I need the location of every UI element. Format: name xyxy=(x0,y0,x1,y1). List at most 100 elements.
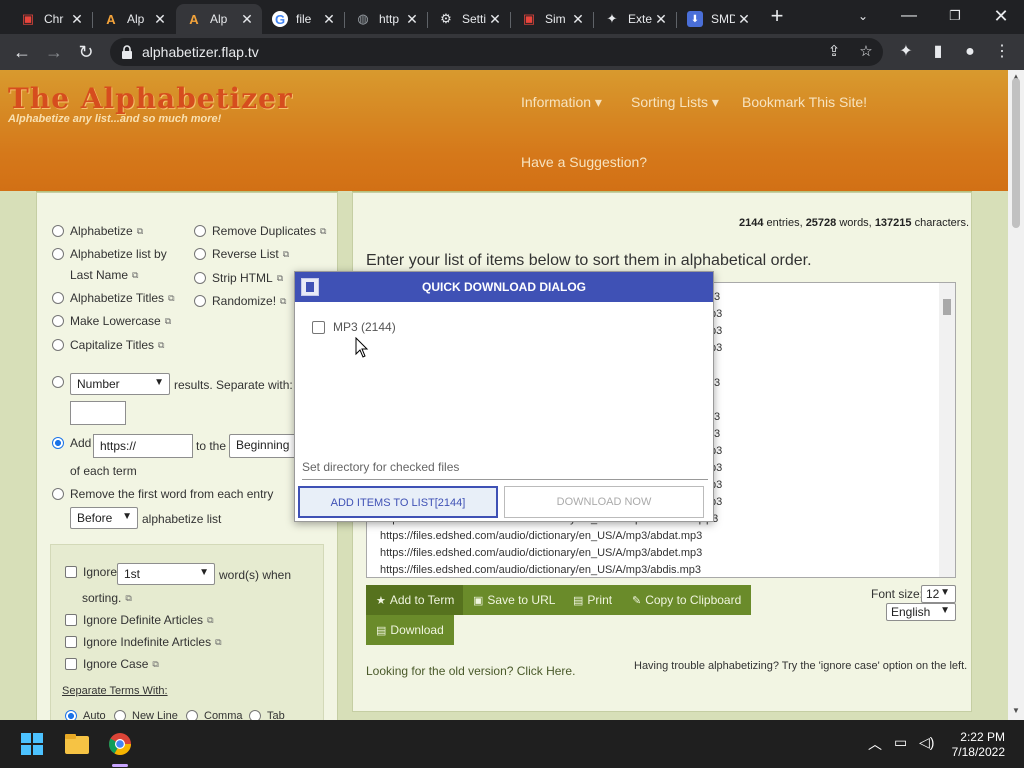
radio[interactable] xyxy=(114,710,126,720)
textarea-scrollbar[interactable] xyxy=(939,283,955,577)
clock-time[interactable]: 2:22 PM xyxy=(953,730,1005,744)
option-ignore-case[interactable]: Ignore Case ⧉ xyxy=(65,657,159,671)
side-panel-icon[interactable]: ▮ xyxy=(928,42,948,62)
radio[interactable] xyxy=(194,225,206,237)
network-icon[interactable]: ▭ xyxy=(894,734,907,751)
radio[interactable] xyxy=(52,376,64,388)
radio[interactable] xyxy=(52,339,64,351)
font-size-select[interactable]: 12 ▼ xyxy=(921,585,956,603)
browser-tab-active[interactable]: A Alp ✕ xyxy=(176,4,262,34)
clock-date[interactable]: 7/18/2022 xyxy=(943,745,1005,759)
add-items-button[interactable]: ADD ITEMS TO LIST[2144] xyxy=(298,486,498,518)
option-remove-first-word[interactable]: Remove the first word from each entry xyxy=(52,487,273,501)
nav-information[interactable]: Information ▾ xyxy=(521,94,602,111)
option-randomize[interactable]: Randomize! ⧉ xyxy=(194,294,286,308)
browser-tab[interactable]: ▣ Chr ✕ xyxy=(10,4,92,34)
radio[interactable] xyxy=(249,710,261,720)
scroll-thumb[interactable] xyxy=(1012,78,1020,228)
browser-tab[interactable]: ✦ Exte ✕ xyxy=(594,4,676,34)
close-icon[interactable]: ✕ xyxy=(151,11,169,28)
checkbox[interactable] xyxy=(65,566,77,578)
share-icon[interactable]: ⇪ xyxy=(824,42,844,62)
windows-start-icon[interactable] xyxy=(16,728,48,760)
radio-selected[interactable] xyxy=(52,437,64,449)
radio[interactable] xyxy=(186,710,198,720)
number-select[interactable]: Number ▼ xyxy=(70,373,170,395)
browser-tab[interactable]: ⚙ Setti ✕ xyxy=(428,4,510,34)
option-number-results[interactable] xyxy=(52,376,70,388)
radio[interactable] xyxy=(194,295,206,307)
option-reverse-list[interactable]: Reverse List ⧉ xyxy=(194,247,289,261)
option-ignore-definite[interactable]: Ignore Definite Articles ⧉ xyxy=(65,613,214,627)
old-version-link[interactable]: Looking for the old version? Click Here. xyxy=(366,664,575,678)
radio[interactable] xyxy=(194,248,206,260)
radio[interactable] xyxy=(52,292,64,304)
position-select[interactable]: Beginning xyxy=(229,434,299,458)
extensions-puzzle-icon[interactable]: ✦ xyxy=(896,42,916,62)
radio-selected[interactable] xyxy=(65,710,77,720)
chevron-up-icon[interactable]: ︿ xyxy=(868,734,882,754)
chrome-icon[interactable] xyxy=(104,728,136,760)
forward-icon[interactable]: → xyxy=(42,40,66,64)
radio[interactable] xyxy=(52,488,64,500)
close-icon[interactable]: ✕ xyxy=(403,11,421,28)
minimize-button[interactable]: — xyxy=(886,2,932,30)
separator-comma[interactable]: Comma xyxy=(186,710,243,720)
close-icon[interactable]: ✕ xyxy=(486,11,504,28)
save-to-url-button[interactable]: ▣ Save to URL xyxy=(463,585,566,615)
browser-tab[interactable]: G file ✕ xyxy=(262,4,344,34)
browser-tab[interactable]: ⬇ SMD Q ✕ xyxy=(677,4,759,34)
browser-tab[interactable]: A Alp ✕ xyxy=(93,4,175,34)
close-icon[interactable]: ✕ xyxy=(735,11,753,28)
mp3-option[interactable]: MP3 (2144) xyxy=(312,320,396,334)
before-select[interactable]: Before ▼ xyxy=(70,507,138,529)
bookmark-star-icon[interactable]: ☆ xyxy=(856,42,876,62)
checkbox[interactable] xyxy=(65,614,77,626)
browser-tab[interactable]: ◍ http ✕ xyxy=(345,4,427,34)
radio[interactable] xyxy=(52,248,64,260)
separator-new-line[interactable]: New Line xyxy=(114,710,178,720)
file-explorer-icon[interactable] xyxy=(61,728,93,760)
restore-button[interactable]: ❐ xyxy=(932,2,978,30)
download-now-button[interactable]: DOWNLOAD NOW xyxy=(504,486,704,518)
directory-input[interactable]: Set directory for checked files xyxy=(302,460,708,480)
volume-icon[interactable]: ◁) xyxy=(919,734,934,751)
mp3-checkbox[interactable] xyxy=(312,320,325,334)
option-ignore-indefinite[interactable]: Ignore Indefinite Articles ⧉ xyxy=(65,635,222,649)
close-icon[interactable]: ✕ xyxy=(238,11,256,28)
close-icon[interactable]: ✕ xyxy=(652,11,670,28)
checkbox[interactable] xyxy=(65,658,77,670)
print-button[interactable]: ▤ Print xyxy=(563,585,623,615)
nav-suggestion[interactable]: Have a Suggestion? xyxy=(521,154,647,170)
radio[interactable] xyxy=(194,272,206,284)
browser-tab[interactable]: ▣ Sim ✕ xyxy=(511,4,593,34)
option-capitalize-titles[interactable]: Capitalize Titles ⧉ xyxy=(52,338,164,352)
option-remove-duplicates[interactable]: Remove Duplicates ⧉ xyxy=(194,224,326,238)
option-add-prefix[interactable]: Add xyxy=(52,436,91,450)
close-icon[interactable]: ✕ xyxy=(569,11,587,28)
option-strip-html[interactable]: Strip HTML ⧉ xyxy=(194,271,283,285)
add-to-term-button[interactable]: ★ Add to Term xyxy=(366,585,465,615)
close-icon[interactable]: ✕ xyxy=(320,11,338,28)
language-select[interactable]: English ▼ xyxy=(886,603,956,621)
page-scrollbar[interactable]: ▲ ▼ xyxy=(1008,70,1024,720)
radio[interactable] xyxy=(52,315,64,327)
back-icon[interactable]: ← xyxy=(10,40,34,64)
menu-kebab-icon[interactable]: ⋮ xyxy=(992,42,1012,62)
checkbox[interactable] xyxy=(65,636,77,648)
option-alphabetize-titles[interactable]: Alphabetize Titles ⧉ xyxy=(52,291,175,305)
reload-icon[interactable]: ↻ xyxy=(74,40,98,64)
copy-to-clipboard-button[interactable]: ✎ Copy to Clipboard xyxy=(622,585,752,615)
nav-sorting-lists[interactable]: Sorting Lists ▾ xyxy=(631,94,719,111)
close-icon[interactable]: ✕ xyxy=(68,11,86,28)
profile-icon[interactable]: ● xyxy=(960,42,980,62)
close-window-button[interactable]: ✕ xyxy=(978,2,1024,30)
site-logo[interactable]: The Alphabetizer xyxy=(8,82,293,115)
option-ignore-words[interactable]: Ignore xyxy=(65,565,117,579)
option-alphabetize-last-name[interactable]: Alphabetize list by xyxy=(52,247,167,261)
nav-bookmark[interactable]: Bookmark This Site! xyxy=(742,94,867,110)
tab-search-icon[interactable]: ⌄ xyxy=(840,2,886,30)
new-tab-button[interactable]: + xyxy=(765,5,789,29)
download-button[interactable]: ▤ Download xyxy=(366,615,454,645)
radio[interactable] xyxy=(52,225,64,237)
